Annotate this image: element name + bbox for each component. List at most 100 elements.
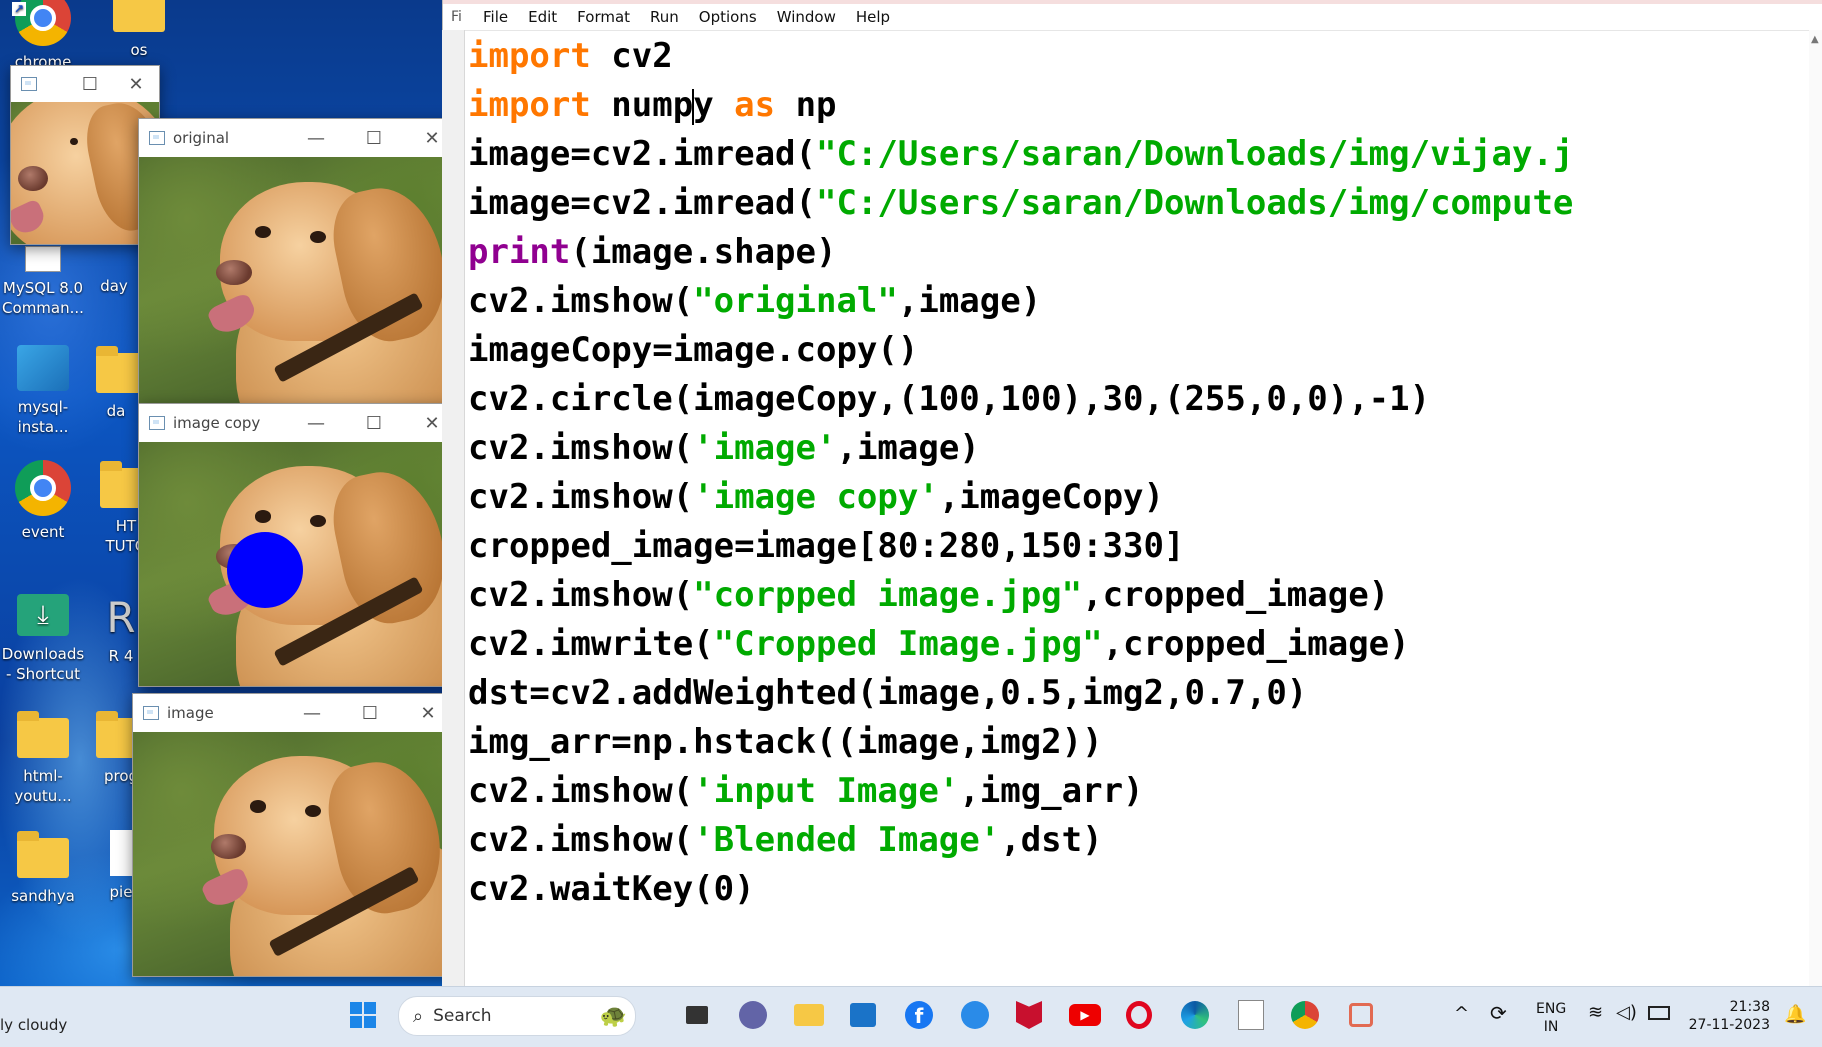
code-line[interactable]: cv2.imshow('Blended Image',dst): [468, 816, 1812, 865]
cv-window-titlebar[interactable]: original — ☐ ✕: [139, 119, 461, 157]
opera-icon[interactable]: [1122, 998, 1156, 1032]
code-line[interactable]: cv2.imshow('image',image): [468, 424, 1812, 473]
cv-window-image[interactable]: image — ☐ ✕: [132, 693, 458, 977]
code-line[interactable]: cv2.waitKey(0): [468, 865, 1812, 914]
clock[interactable]: 21:38 27-11-2023: [1686, 998, 1770, 1034]
window-app-icon: [149, 131, 165, 145]
cv-window-image-copy[interactable]: image copy — ☐ ✕: [138, 403, 462, 687]
desktop-icon-os[interactable]: os: [96, 0, 182, 60]
chrome-taskbar-icon[interactable]: [1288, 998, 1322, 1032]
windows-start-icon[interactable]: [346, 998, 380, 1032]
folder-icon: [17, 711, 69, 758]
folder-icon: [113, 0, 165, 32]
code-line[interactable]: image=cv2.imread("C:/Users/saran/Downloa…: [468, 179, 1812, 228]
desktop-icon-chrome[interactable]: chrome ↗: [0, 0, 86, 72]
drawn-circle: [227, 532, 303, 608]
python-idle-icon[interactable]: [1234, 998, 1268, 1032]
minimize-button[interactable]: —: [283, 694, 341, 732]
clock-date: 27-11-2023: [1688, 1017, 1770, 1033]
maximize-button[interactable]: ☐: [67, 66, 113, 102]
maximize-button[interactable]: ☐: [345, 119, 403, 157]
code-line[interactable]: import numpy as np: [468, 81, 1812, 130]
mcafee-icon[interactable]: [1012, 998, 1046, 1032]
code-line[interactable]: print(image.shape): [468, 228, 1812, 277]
desktop-icon-downloads-shortcut[interactable]: ⤓ Downloads - Shortcut: [0, 590, 86, 684]
cv-window-original[interactable]: original — ☐ ✕: [138, 118, 462, 404]
minimize-button[interactable]: —: [287, 404, 345, 442]
volume-icon[interactable]: ◁): [1616, 1004, 1637, 1022]
cv-window-titlebar[interactable]: ☐ ✕: [11, 66, 159, 102]
edge-icon[interactable]: [1178, 998, 1212, 1032]
desktop-icon-mysql[interactable]: MySQL 8.0 Comman...: [0, 240, 86, 318]
menu-options[interactable]: Options: [689, 8, 767, 26]
code-line[interactable]: cv2.imshow('image copy',imageCopy): [468, 473, 1812, 522]
maximize-button[interactable]: ☐: [345, 404, 403, 442]
code-line[interactable]: cv2.imshow("original",image): [468, 277, 1812, 326]
close-button[interactable]: ✕: [113, 66, 159, 102]
file-explorer-icon[interactable]: [792, 998, 826, 1032]
snipping-tool-icon[interactable]: [1344, 998, 1378, 1032]
wifi-icon[interactable]: ≋: [1588, 1004, 1603, 1022]
code-line[interactable]: img_arr=np.hstack((image,img2)): [468, 718, 1812, 767]
menu-window[interactable]: Window: [767, 8, 846, 26]
cv-window-titlebar[interactable]: image copy — ☐ ✕: [139, 404, 461, 442]
battery-icon[interactable]: [1648, 1006, 1670, 1020]
window-title: image: [167, 704, 214, 722]
teams-chat-icon[interactable]: [736, 998, 770, 1032]
search-label: Search: [433, 1006, 492, 1026]
show-hidden-icons-chevron-icon[interactable]: ^: [1454, 1005, 1469, 1023]
clock-time: 21:38: [1729, 999, 1770, 1015]
cropped-image: [11, 102, 159, 244]
sync-icon[interactable]: ⟳: [1490, 1003, 1507, 1023]
file-icon: [110, 830, 132, 876]
menu-format[interactable]: Format: [567, 8, 640, 26]
code-line[interactable]: image=cv2.imread("C:/Users/saran/Downloa…: [468, 130, 1812, 179]
code-line[interactable]: cv2.imshow("corpped image.jpg",cropped_i…: [468, 571, 1812, 620]
desktop-icon-da[interactable]: da: [96, 345, 148, 421]
menu-run[interactable]: Run: [640, 8, 689, 26]
menu-file[interactable]: File: [473, 8, 518, 26]
cv-window-titlebar[interactable]: image — ☐ ✕: [133, 694, 457, 732]
desktop-icon-html-youtube[interactable]: html-youtu...: [0, 710, 86, 806]
code-line[interactable]: cv2.imwrite("Cropped Image.jpg",cropped_…: [468, 620, 1812, 669]
image-copy-image: [139, 442, 461, 686]
notification-bell-icon[interactable]: 🔔: [1784, 1006, 1806, 1024]
minimize-button[interactable]: —: [287, 119, 345, 157]
microsoft-store-icon[interactable]: [846, 998, 880, 1032]
code-area[interactable]: import cv2 import numpy as np image=cv2.im…: [468, 32, 1812, 914]
download-icon: ⤓: [17, 594, 69, 636]
menu-bar: Fi File Edit Format Run Options Window H…: [443, 4, 1822, 31]
code-line[interactable]: import cv2: [468, 32, 1812, 81]
window-app-icon: [143, 706, 159, 720]
window-title: original: [173, 129, 230, 147]
maximize-button[interactable]: ☐: [341, 694, 399, 732]
scroll-up-icon[interactable]: ▲: [1811, 34, 1819, 45]
desktop-icon-sandhya[interactable]: sandhya: [0, 830, 86, 906]
language-indicator[interactable]: ENG IN: [1536, 1000, 1566, 1036]
menu-edit[interactable]: Edit: [518, 8, 567, 26]
folder-icon: [17, 831, 69, 878]
code-line[interactable]: cv2.imshow('input Image',img_arr): [468, 767, 1812, 816]
desktop-icon-event[interactable]: event: [0, 460, 86, 542]
menu-help[interactable]: Help: [846, 8, 900, 26]
weather-text[interactable]: ly cloudy: [0, 1016, 67, 1034]
image-image: [133, 732, 457, 976]
original-image: [139, 157, 461, 403]
youtube-icon[interactable]: ▶: [1068, 998, 1102, 1032]
minimize-button[interactable]: [21, 66, 67, 104]
code-line[interactable]: cv2.circle(imageCopy,(100,100),30,(255,0…: [468, 375, 1812, 424]
code-line[interactable]: imageCopy=image.copy(): [468, 326, 1812, 375]
messenger-icon[interactable]: [958, 998, 992, 1032]
facebook-icon[interactable]: f: [902, 998, 936, 1032]
taskbar-search[interactable]: ⌕ Search 🐢: [398, 996, 636, 1036]
terminal-icon: [25, 246, 61, 272]
shortcut-arrow-icon: ↗: [12, 2, 26, 16]
task-view-icon[interactable]: [680, 998, 714, 1032]
editor-gutter: [442, 30, 465, 986]
window-title: image copy: [173, 414, 261, 432]
code-line[interactable]: cropped_image=image[80:280,150:330]: [468, 522, 1812, 571]
code-line[interactable]: dst=cv2.addWeighted(image,0.5,img2,0.7,0…: [468, 669, 1812, 718]
desktop-icon-day[interactable]: day: [84, 240, 144, 296]
window-title-fragment: Fi: [451, 9, 462, 25]
desktop-icon-mysql-installer[interactable]: mysql-insta...: [0, 345, 86, 437]
